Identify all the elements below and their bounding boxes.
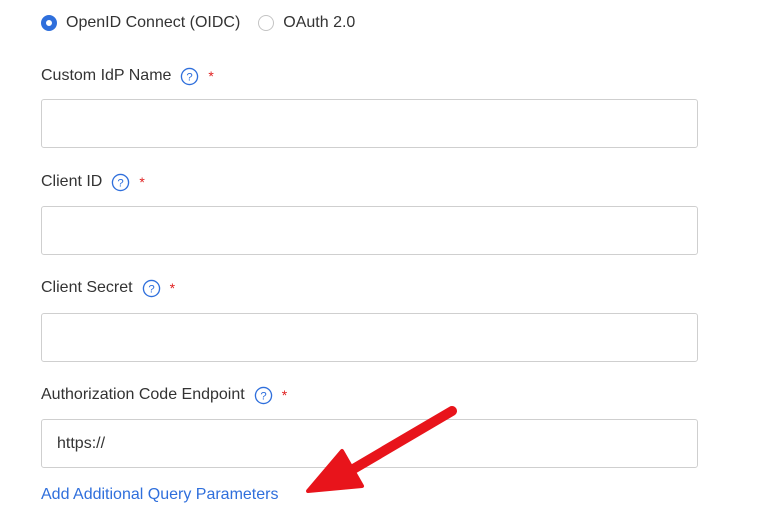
required-indicator: * xyxy=(208,68,214,84)
protocol-radio-group: OpenID Connect (OIDC) OAuth 2.0 xyxy=(41,12,355,34)
help-icon[interactable]: ? xyxy=(142,279,161,298)
client-id-input[interactable] xyxy=(41,206,698,255)
radio-label-oauth2: OAuth 2.0 xyxy=(283,14,356,31)
client-secret-label-row: Client Secret ? * xyxy=(41,277,175,299)
add-query-params-link[interactable]: Add Additional Query Parameters xyxy=(41,484,278,506)
auth-endpoint-label: Authorization Code Endpoint xyxy=(41,386,245,403)
client-secret-label: Client Secret xyxy=(41,279,133,296)
auth-endpoint-input[interactable] xyxy=(41,419,698,468)
idp-name-label: Custom IdP Name xyxy=(41,67,172,84)
client-id-label-row: Client ID ? * xyxy=(41,171,145,193)
radio-option-oidc[interactable]: OpenID Connect (OIDC) xyxy=(41,14,240,32)
radio-option-oauth2[interactable]: OAuth 2.0 xyxy=(258,14,355,32)
required-indicator: * xyxy=(139,174,145,190)
client-secret-input[interactable] xyxy=(41,313,698,362)
help-icon[interactable]: ? xyxy=(111,173,130,192)
help-icon[interactable]: ? xyxy=(180,67,199,86)
idp-name-label-row: Custom IdP Name ? * xyxy=(41,65,214,87)
idp-name-input[interactable] xyxy=(41,99,698,148)
svg-text:?: ? xyxy=(187,71,193,83)
help-icon[interactable]: ? xyxy=(254,386,273,405)
required-indicator: * xyxy=(169,280,176,296)
radio-selected-icon[interactable] xyxy=(41,15,57,31)
svg-text:?: ? xyxy=(148,283,154,295)
auth-endpoint-label-row: Authorization Code Endpoint ? * xyxy=(41,384,287,406)
radio-unselected-icon[interactable] xyxy=(258,15,275,31)
client-id-label: Client ID xyxy=(41,173,103,190)
svg-text:?: ? xyxy=(118,177,124,189)
required-indicator: * xyxy=(281,387,288,403)
svg-text:?: ? xyxy=(260,390,266,402)
radio-label-oidc: OpenID Connect (OIDC) xyxy=(66,14,241,31)
